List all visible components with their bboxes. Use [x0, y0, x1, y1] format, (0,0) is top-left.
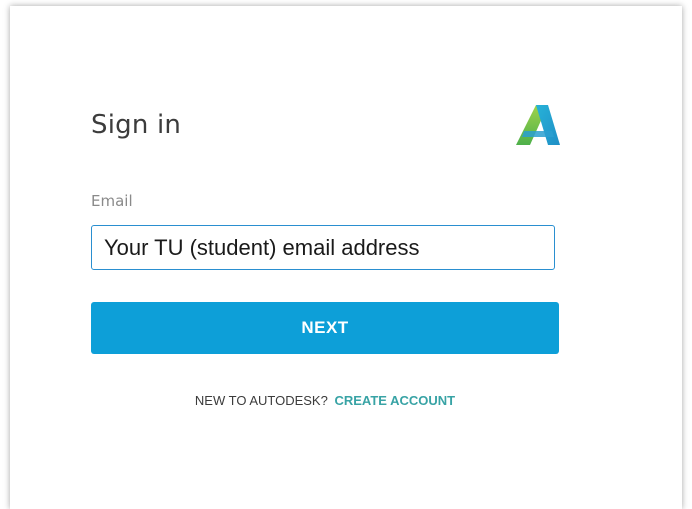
page-title: Sign in	[91, 110, 182, 140]
new-to-autodesk-text: NEW TO AUTODESK?	[194, 393, 328, 408]
email-field[interactable]	[91, 225, 555, 270]
signin-card: Sign in Email NEXT	[10, 6, 682, 509]
signin-card-body: Sign in Email NEXT	[10, 6, 682, 509]
create-account-link[interactable]: CREATE ACCOUNT	[334, 393, 455, 408]
page: Sign in Email NEXT	[0, 0, 692, 509]
next-button[interactable]: NEXT	[91, 302, 559, 354]
signup-prompt: NEW TO AUTODESK? CREATE ACCOUNT	[91, 393, 559, 408]
autodesk-logo-icon	[516, 105, 560, 145]
email-label: Email	[91, 192, 133, 210]
